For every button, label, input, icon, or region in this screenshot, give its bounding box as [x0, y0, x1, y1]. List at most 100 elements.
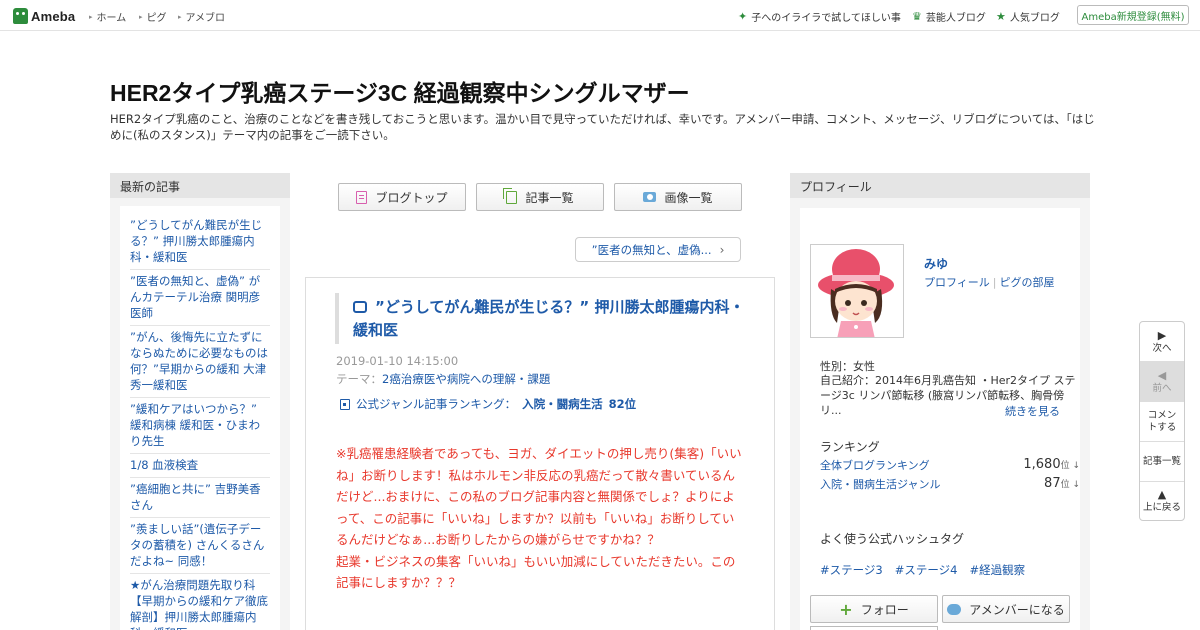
genre-ranking-link[interactable]: 入院・闘病生活ジャンル	[820, 476, 940, 492]
chevron-right-icon: ›	[719, 242, 725, 257]
follow-label: フォロー	[860, 602, 909, 617]
blog-title[interactable]: HER2タイプ乳癌ステージ3C 経過観察中シングルマザー	[110, 74, 690, 108]
nav-home-label: ホーム	[96, 13, 127, 24]
theme-link[interactable]: 2癌治療医や病院への理解・課題	[382, 372, 550, 386]
blog-top-button[interactable]: ブログトップ	[338, 183, 466, 211]
article-list-button[interactable]: 記事一覧	[1140, 442, 1184, 482]
recent-article-link[interactable]: ”緩和ケアはいつから？” 緩和病棟 緩和医・ひまわり先生	[130, 402, 260, 448]
prev-article-button[interactable]: ◀ 前へ	[1140, 362, 1184, 402]
trend-link-label: 子へのイライラで試してほしい事	[751, 13, 901, 24]
list-item: 1/8 血液検査	[130, 454, 270, 478]
ameba-logo[interactable]: Ameba	[13, 6, 75, 26]
next-article-button[interactable]: ▶ 次へ	[1140, 322, 1184, 362]
ranking-genre: 入院・闘病生活	[522, 397, 603, 411]
genre-rank-number: 87	[1044, 476, 1061, 491]
list-item: ”緩和ケアはいつから？” 緩和病棟 緩和医・ひまわり先生	[130, 398, 270, 454]
entry-list-label: 記事一覧	[525, 190, 574, 205]
recent-article-link[interactable]: ”がん、後悔先に立たずにならぬために必要なものは何？”早期からの緩和 大津秀一緩…	[130, 330, 268, 392]
rank-unit: 位 ↓	[1060, 461, 1080, 471]
celebrity-blog-link[interactable]: ♛ 芸能人ブログ	[912, 9, 986, 24]
profile-card: みゆ プロフィール | ピグの部屋 性別：女性 自己紹介：2014年6月乳癌告知 ・…	[800, 208, 1080, 630]
image-list-label: 画像一覧	[664, 190, 713, 205]
recent-article-link[interactable]: ”どうしてがん難民が生じる？” 押川勝太郎腫瘍内科・緩和医	[130, 218, 262, 264]
entry-list-button[interactable]: 記事一覧	[476, 183, 604, 211]
rank-unit: 位 ↓	[1060, 480, 1080, 490]
hashtag-link[interactable]: #ステージ3	[820, 562, 883, 578]
article-title-text: ”どうしてがん難民が生じる？” 押川勝太郎腫瘍内科・緩和医	[353, 298, 745, 339]
star-icon: ★	[996, 10, 1006, 23]
nav-ameblo-link[interactable]: ▸ アメブロ	[178, 9, 226, 25]
recent-articles-panel: 最新の記事 ”どうしてがん難民が生じる？” 押川勝太郎腫瘍内科・緩和医 ”医者の…	[110, 173, 290, 630]
ranking-rank: 82位	[608, 397, 637, 411]
recent-article-link[interactable]: ”医者の無知と、虚偽” がんカテーテル治療 関明彦医師	[130, 274, 260, 320]
comment-label: コメントする	[1147, 409, 1177, 433]
back-icon: ◀	[1157, 368, 1167, 382]
genre-ranking-value: 87位 ↓	[1044, 476, 1080, 492]
ameba-logo-icon	[13, 8, 28, 24]
hashtag-list: #ステージ3 #ステージ4 #経過観察	[820, 562, 1025, 578]
floating-side-nav: ▶ 次へ ◀ 前へ コメントする 記事一覧 ▲ 上に戻る	[1139, 321, 1185, 521]
trend-link[interactable]: ✦ 子へのイライラで試してほしい事	[738, 9, 901, 24]
document-icon	[356, 190, 368, 204]
recent-article-link[interactable]: ”癌細胞と共に” 吉野美香さん	[130, 482, 261, 512]
separator: |	[992, 276, 997, 289]
up-arrow-icon: ▲	[1157, 488, 1167, 501]
profile-link[interactable]: プロフィール	[924, 276, 990, 289]
chevron-right-icon: ▸	[139, 12, 143, 21]
article-ranking[interactable]: 公式ジャンル記事ランキング： 入院・闘病生活 82位	[340, 396, 636, 412]
overall-ranking-link[interactable]: 全体ブログランキング	[820, 457, 930, 473]
play-icon: ▶	[1157, 328, 1167, 342]
ranking-row: 全体ブログランキング 1,680位 ↓	[820, 457, 1080, 473]
overall-rank-number: 1,680	[1023, 457, 1061, 472]
sparkle-icon: ✦	[738, 10, 748, 23]
register-button[interactable]: Ameba新規登録(無料)	[1077, 5, 1189, 25]
blog-description: HER2タイプ乳癌のこと、治療のことなどを書き残しておこうと思います。温かい目で…	[110, 112, 1095, 142]
prev-label: 前へ	[1152, 382, 1172, 394]
plus-icon: +	[839, 599, 853, 619]
hashtag-link[interactable]: #ステージ4	[895, 562, 958, 578]
follow-button[interactable]: + フォロー	[810, 595, 938, 623]
profile-heading: プロフィール	[790, 173, 1090, 198]
nav-ameblo-label: アメブロ	[185, 13, 226, 24]
documents-icon	[503, 187, 518, 204]
nav-home-link[interactable]: ▸ ホーム	[89, 9, 127, 25]
recent-articles-heading: 最新の記事	[110, 173, 290, 198]
recent-articles-list: ”どうしてがん難民が生じる？” 押川勝太郎腫瘍内科・緩和医 ”医者の無知と、虚偽…	[120, 206, 280, 630]
comment-button[interactable]: コメントする	[1140, 402, 1184, 442]
become-member-button[interactable]: アメンバーになる	[942, 595, 1070, 623]
article-date: 2019-01-10 14:15:00	[336, 354, 459, 368]
blog-top-label: ブログトップ	[375, 190, 448, 205]
partial-button[interactable]	[810, 626, 938, 630]
profile-inner: みゆ プロフィール | ピグの部屋 性別：女性 自己紹介：2014年6月乳癌告知 ・…	[790, 198, 1090, 630]
article-title[interactable]: ”どうしてがん難民が生じる？” 押川勝太郎腫瘍内科・緩和医	[353, 296, 745, 342]
image-list-button[interactable]: 画像一覧	[614, 183, 742, 211]
profile-name[interactable]: みゆ	[924, 255, 948, 272]
back-to-top-button[interactable]: ▲ 上に戻る	[1140, 482, 1184, 520]
previous-article-label: ”医者の無知と、虚偽...	[591, 242, 712, 257]
list-item: ”癌細胞と共に” 吉野美香さん	[130, 478, 270, 518]
nav-pig-link[interactable]: ▸ ピグ	[139, 9, 167, 25]
recent-article-link[interactable]: ”羨ましい話”(遺伝子データの蓄積を) さんくるさんだよね~ 同感！	[130, 522, 264, 568]
article: ”どうしてがん難民が生じる？” 押川勝太郎腫瘍内科・緩和医 2019-01-10…	[305, 277, 775, 630]
crown-icon: ♛	[912, 10, 922, 23]
pig-room-link[interactable]: ピグの部屋	[1000, 276, 1055, 289]
hashtag-link[interactable]: #経過観察	[969, 562, 1025, 578]
chat-bubble-icon	[947, 603, 962, 615]
celebrity-blog-label: 芸能人ブログ	[925, 13, 986, 24]
recent-article-link[interactable]: 1/8 血液検査	[130, 458, 198, 472]
article-list-label: 記事一覧	[1142, 455, 1181, 467]
popular-blog-link[interactable]: ★ 人気ブログ	[996, 9, 1060, 24]
theme-label: テーマ：	[336, 372, 382, 386]
read-more-link[interactable]: 続きを見る	[1005, 403, 1060, 419]
article-title-wrap: ”どうしてがん難民が生じる？” 押川勝太郎腫瘍内科・緩和医	[335, 293, 745, 344]
avatar[interactable]	[810, 244, 904, 338]
back-to-top-label: 上に戻る	[1142, 502, 1181, 513]
top-bar: Ameba ▸ ホーム ▸ ピグ ▸ アメブロ ✦ 子へのイライラで試してほしい事 ♛ 芸…	[0, 0, 1200, 31]
previous-article-link[interactable]: ”医者の無知と、虚偽... ›	[575, 237, 741, 262]
ranking-heading: ランキング	[820, 440, 880, 454]
hashtag-heading: よく使う公式ハッシュタグ	[820, 532, 965, 546]
popular-blog-label: 人気ブログ	[1009, 13, 1060, 24]
recent-article-link[interactable]: ★がん治療問題先取り科【早期からの緩和ケア徹底解剖】押川勝太郎腫瘍内科・緩和医	[130, 578, 268, 630]
overall-ranking-value: 1,680位 ↓	[1023, 457, 1080, 473]
list-item: ”羨ましい話”(遺伝子データの蓄積を) さんくるさんだよね~ 同感！	[130, 518, 270, 574]
